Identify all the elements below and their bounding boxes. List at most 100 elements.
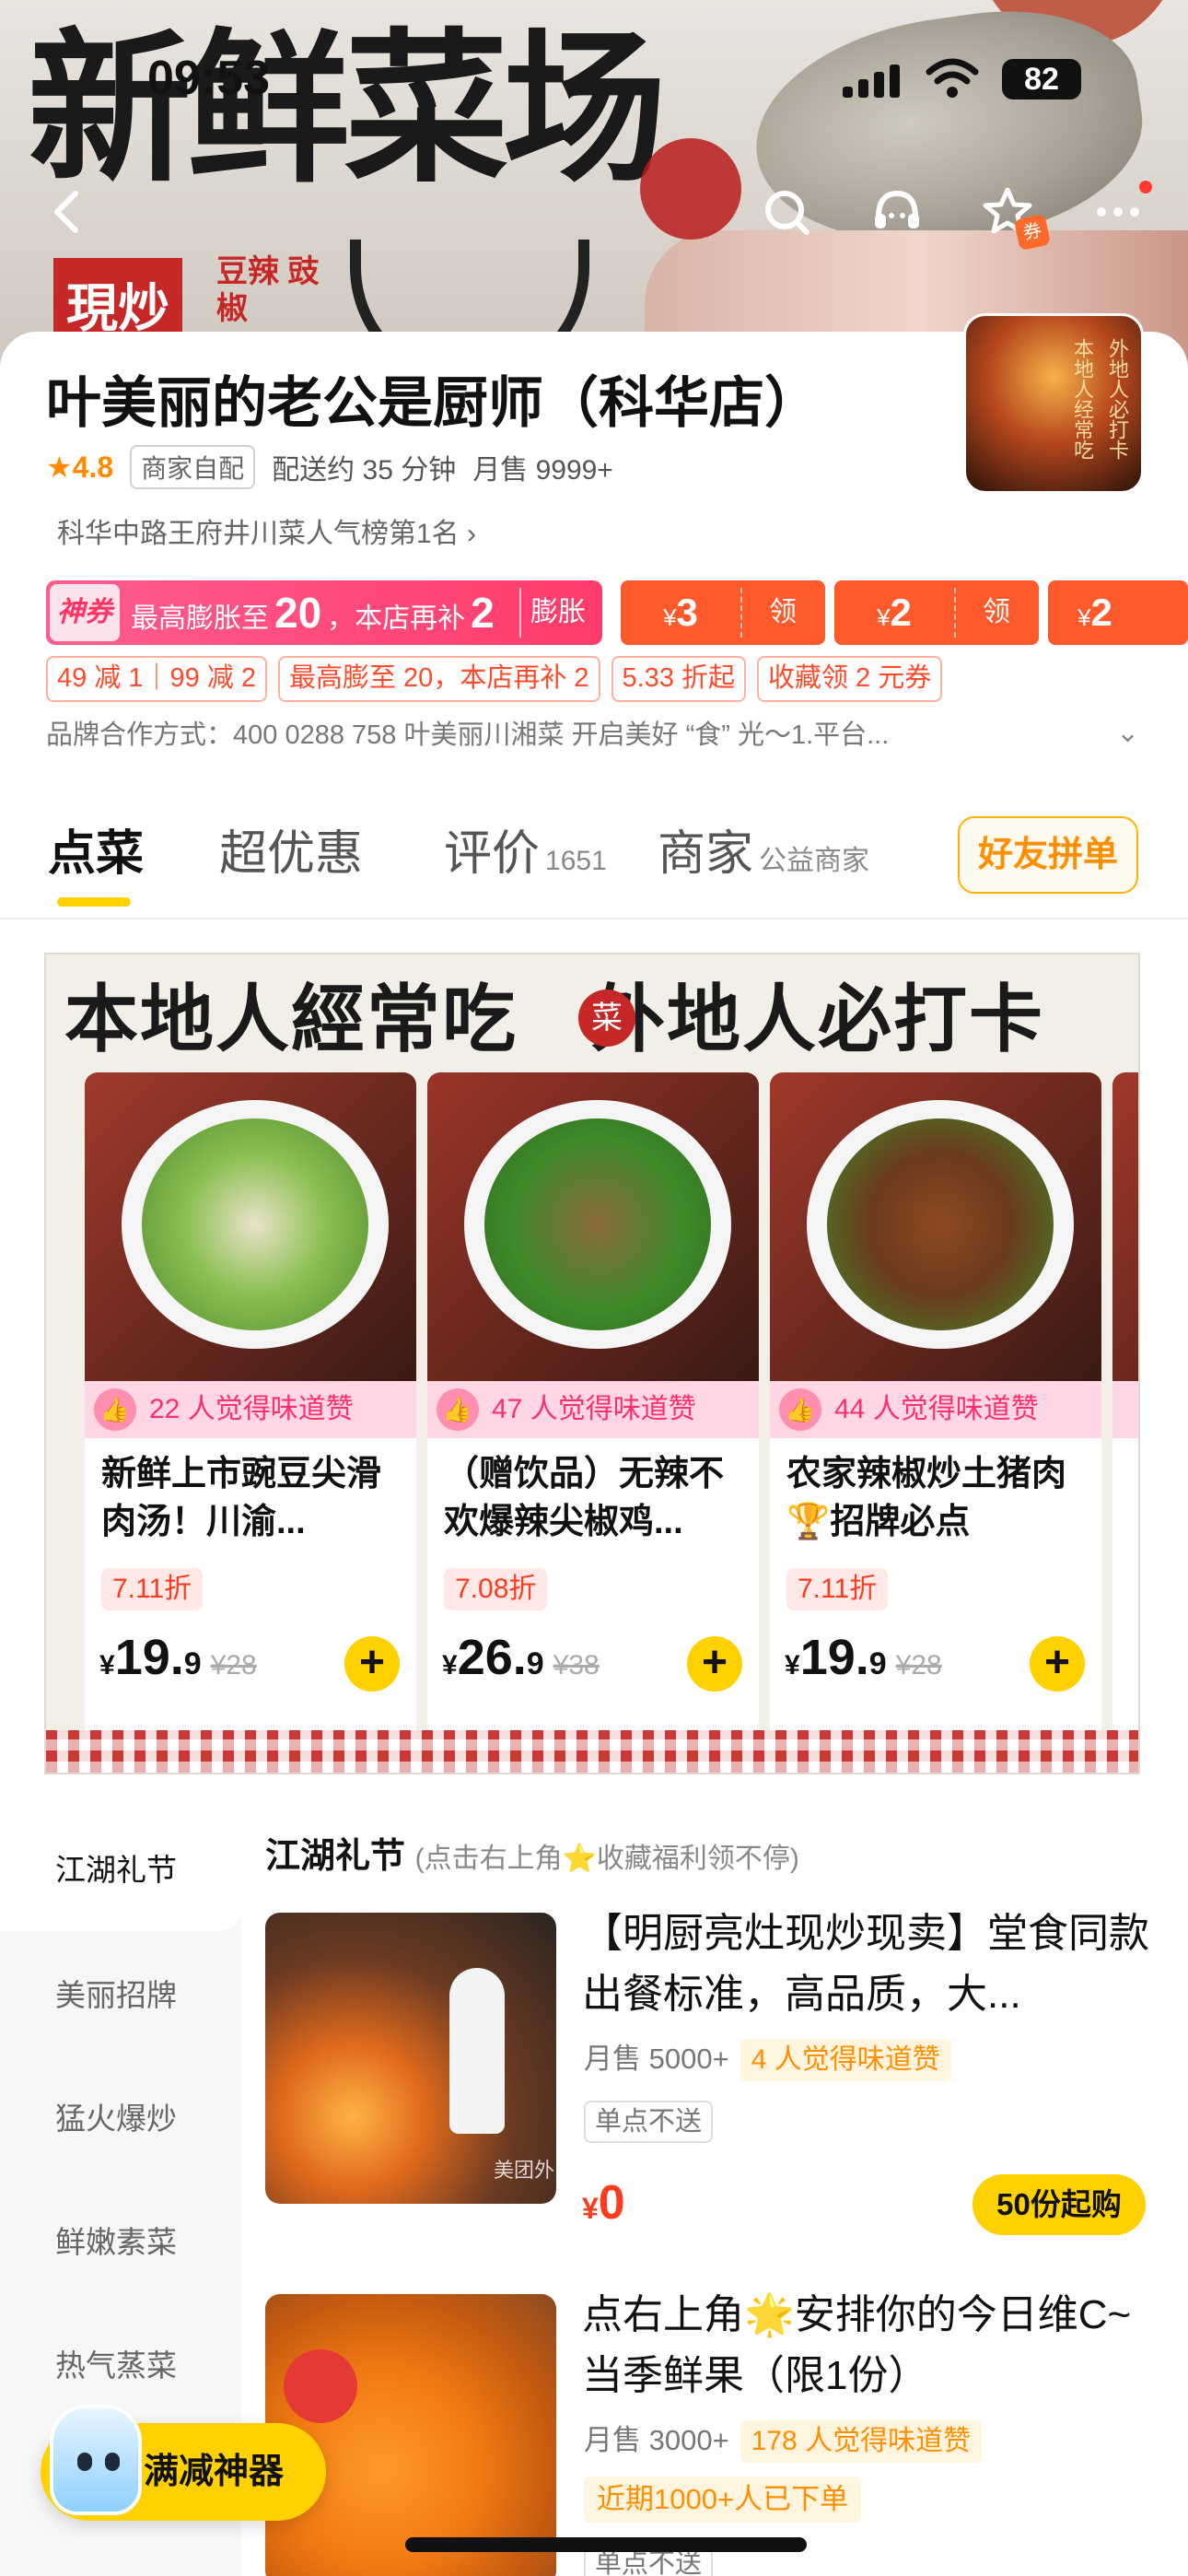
section-title: 江湖礼节 (点击右上角⭐收藏福利领不停) xyxy=(265,1837,799,1876)
category-item[interactable]: 热气蒸菜 xyxy=(55,2348,177,2384)
add-to-cart-button[interactable]: + xyxy=(1030,1636,1085,1692)
screen: 新鲜菜场 現炒 豆辣 豉椒 09:53 82 券 外地人必打卡 本地人经常吃 叶… xyxy=(0,0,1188,2576)
home-indicator xyxy=(405,2537,807,2552)
battery-indicator: 82 xyxy=(1002,59,1081,100)
add-to-cart-button[interactable]: + xyxy=(344,1636,400,1692)
item-price: ¥0 xyxy=(582,2176,625,2230)
likes-chip: 178 人觉得味道赞 xyxy=(740,2420,983,2463)
claim-coupon-button[interactable]: 领 xyxy=(954,580,1039,645)
tab-reviews[interactable]: 评价 1651 xyxy=(444,822,607,894)
discount-badge: 7.11折 xyxy=(101,1568,204,1610)
back-icon xyxy=(54,191,78,233)
more-icon xyxy=(1097,207,1139,217)
chevron-down-icon[interactable]: ⌄ xyxy=(1116,717,1139,749)
tab-merchant-label: 商家 xyxy=(658,827,754,881)
discount-badge: 7.08折 xyxy=(444,1568,548,1610)
featured-dish-card[interactable]: 47 人觉得味道赞 👍 （赠饮品）无辣不欢爆辣尖椒鸡... 7.08折 ¥26.… xyxy=(427,1072,759,1750)
back-button[interactable] xyxy=(31,175,105,249)
red-coupon[interactable]: ¥3 领 xyxy=(621,580,825,645)
robot-mascot-icon xyxy=(50,2405,142,2515)
coupon-badge: 券 xyxy=(1013,213,1052,252)
section-subtitle: (点击右上角⭐收藏福利领不停) xyxy=(414,1844,799,1874)
merchant-sub-label: 公益商家 xyxy=(759,846,870,876)
promo-tag: 49 减 1｜99 减 2 xyxy=(46,656,267,702)
likes-bar xyxy=(1112,1381,1138,1438)
wifi-icon xyxy=(926,58,979,98)
expand-coupon-button[interactable]: 膨胀 xyxy=(530,580,586,645)
dish-photo xyxy=(1112,1072,1138,1381)
promo-tag[interactable]: 收藏领 2 元券 xyxy=(757,656,943,702)
ranking-link[interactable]: 科华中路王府井川菜人气榜第1名 › xyxy=(57,516,476,553)
category-item[interactable]: 美丽招牌 xyxy=(55,1977,177,2014)
customer-service-button[interactable] xyxy=(860,175,934,249)
featured-banner: 本地人經常吃 外地人必打卡 菜 22 人觉得味道赞 👍 新鲜上市豌豆尖滑肉汤！川渝… xyxy=(44,953,1140,1774)
featured-dish-card[interactable]: 44 人觉得味道赞 👍 农家辣椒炒土猪肉🏆招牌必点 7.11折 ¥19.9 ¥28… xyxy=(770,1072,1101,1750)
tab-order[interactable]: 点菜 xyxy=(48,822,144,886)
discount-helper-button[interactable]: 满减神器 xyxy=(41,2405,326,2521)
thumbs-up-icon: 👍 xyxy=(437,1388,479,1431)
logo-text: 外地人必打卡 xyxy=(1105,338,1128,460)
notification-dot xyxy=(1139,181,1152,193)
status-time: 09:53 xyxy=(147,52,270,105)
dish-name: （赠饮品）无辣不欢爆辣尖椒鸡... xyxy=(444,1455,725,1541)
hero-stamp xyxy=(640,138,741,240)
item-photo[interactable]: 美团外 xyxy=(265,1913,556,2204)
super-coupon-tag: 神券 xyxy=(50,584,120,641)
cellular-signal-icon xyxy=(843,63,900,98)
checkered-border xyxy=(46,1730,1138,1773)
shop-name: 叶美丽的老公是厨师（科华店） xyxy=(46,372,820,434)
claim-coupon-button[interactable]: 领 xyxy=(740,580,825,645)
dish-photo xyxy=(85,1072,416,1381)
dish-photo xyxy=(427,1072,759,1381)
dish-price: ¥19.9 ¥28 xyxy=(99,1630,257,1685)
orders-chip: 近期1000+人已下单 xyxy=(584,2476,862,2523)
ranking-text: 科华中路王府井川菜人气榜第1名 xyxy=(57,519,460,549)
monthly-sales: 月售 9999+ xyxy=(472,455,613,486)
red-coupon[interactable]: ¥2 xyxy=(1048,580,1188,645)
item-sales: 月售 5000+ 4 人觉得味道赞 xyxy=(584,2036,951,2082)
tab-deals[interactable]: 超优惠 xyxy=(219,822,363,886)
banner-seal: 菜 xyxy=(578,989,635,1047)
item-title[interactable]: 点右上角🌟安排你的今日维C~当季鲜果（限1份） xyxy=(582,2285,1153,2406)
promo-tag: 5.33 折起 xyxy=(611,656,746,702)
shop-logo[interactable]: 外地人必打卡 本地人经常吃 xyxy=(963,313,1144,494)
active-tab-indicator xyxy=(57,897,131,907)
divider xyxy=(519,588,521,638)
super-coupon-text: 最高膨胀至 20 ，本店再补 2 xyxy=(131,589,495,637)
item-title[interactable]: 【明厨亮灶现炒现卖】堂食同款出餐标准，高品质，大... xyxy=(582,1903,1153,2025)
dish-name: 农家辣椒炒土猪肉🏆招牌必点 xyxy=(786,1455,1067,1541)
rating-value: 4.8 xyxy=(72,451,114,484)
no-single-delivery-tag: 单点不送 xyxy=(584,2101,714,2143)
tab-bar: 点菜 超优惠 评价 1651 商家 公益商家 好友拼单 xyxy=(0,811,1188,919)
coupon-row: 神券 最高膨胀至 20 ，本店再补 2 膨胀 ¥3 领 ¥2 领 ¥2 xyxy=(46,580,1188,647)
shop-rating: ★4.8 xyxy=(46,451,114,484)
customer-service-icon xyxy=(875,190,919,228)
watermark: 美团外 xyxy=(494,2159,555,2182)
min-order-button[interactable]: 50份起购 xyxy=(973,2174,1146,2235)
tab-merchant[interactable]: 商家 公益商家 xyxy=(658,822,869,894)
thumbs-up-icon: 👍 xyxy=(779,1388,821,1431)
featured-dish-card[interactable]: 22 人觉得味道赞 👍 新鲜上市豌豆尖滑肉汤！川渝... 7.11折 ¥19.9… xyxy=(85,1072,416,1750)
red-coupon[interactable]: ¥2 领 xyxy=(834,580,1039,645)
category-item[interactable]: 江湖礼节 xyxy=(55,1852,177,1889)
group-order-button[interactable]: 好友拼单 xyxy=(958,816,1138,894)
add-to-cart-button[interactable]: + xyxy=(687,1636,742,1692)
tab-reviews-label: 评价 xyxy=(444,827,541,881)
discount-helper-label: 满减神器 xyxy=(144,2453,285,2491)
category-item[interactable]: 猛火爆炒 xyxy=(55,2101,177,2137)
review-count: 1651 xyxy=(545,846,607,876)
dish-price: ¥26.9 ¥38 xyxy=(442,1630,600,1685)
super-coupon[interactable]: 神券 最高膨胀至 20 ，本店再补 2 膨胀 xyxy=(46,580,602,645)
featured-dish-card-partial[interactable] xyxy=(1112,1072,1138,1750)
search-icon xyxy=(765,191,809,235)
search-button[interactable] xyxy=(750,175,823,249)
dish-price: ¥19.9 ¥28 xyxy=(785,1630,942,1685)
logo-text: 本地人经常吃 xyxy=(1070,338,1093,460)
brand-announcement[interactable]: 品牌合作方式：400 0288 758 叶美丽川湘菜 开启美好 “食” 光～1.… xyxy=(46,715,1133,755)
category-item[interactable]: 鲜嫩素菜 xyxy=(55,2224,177,2261)
banner-title: 本地人經常吃 外地人必打卡 xyxy=(64,976,1044,1062)
status-bar: 09:53 82 xyxy=(0,46,1188,111)
promo-tag: 最高膨至 20，本店再补 2 xyxy=(278,656,600,702)
promo-tags: 49 减 1｜99 减 2 最高膨至 20，本店再补 2 5.33 折起 收藏领… xyxy=(46,656,943,702)
dish-photo xyxy=(770,1072,1101,1381)
